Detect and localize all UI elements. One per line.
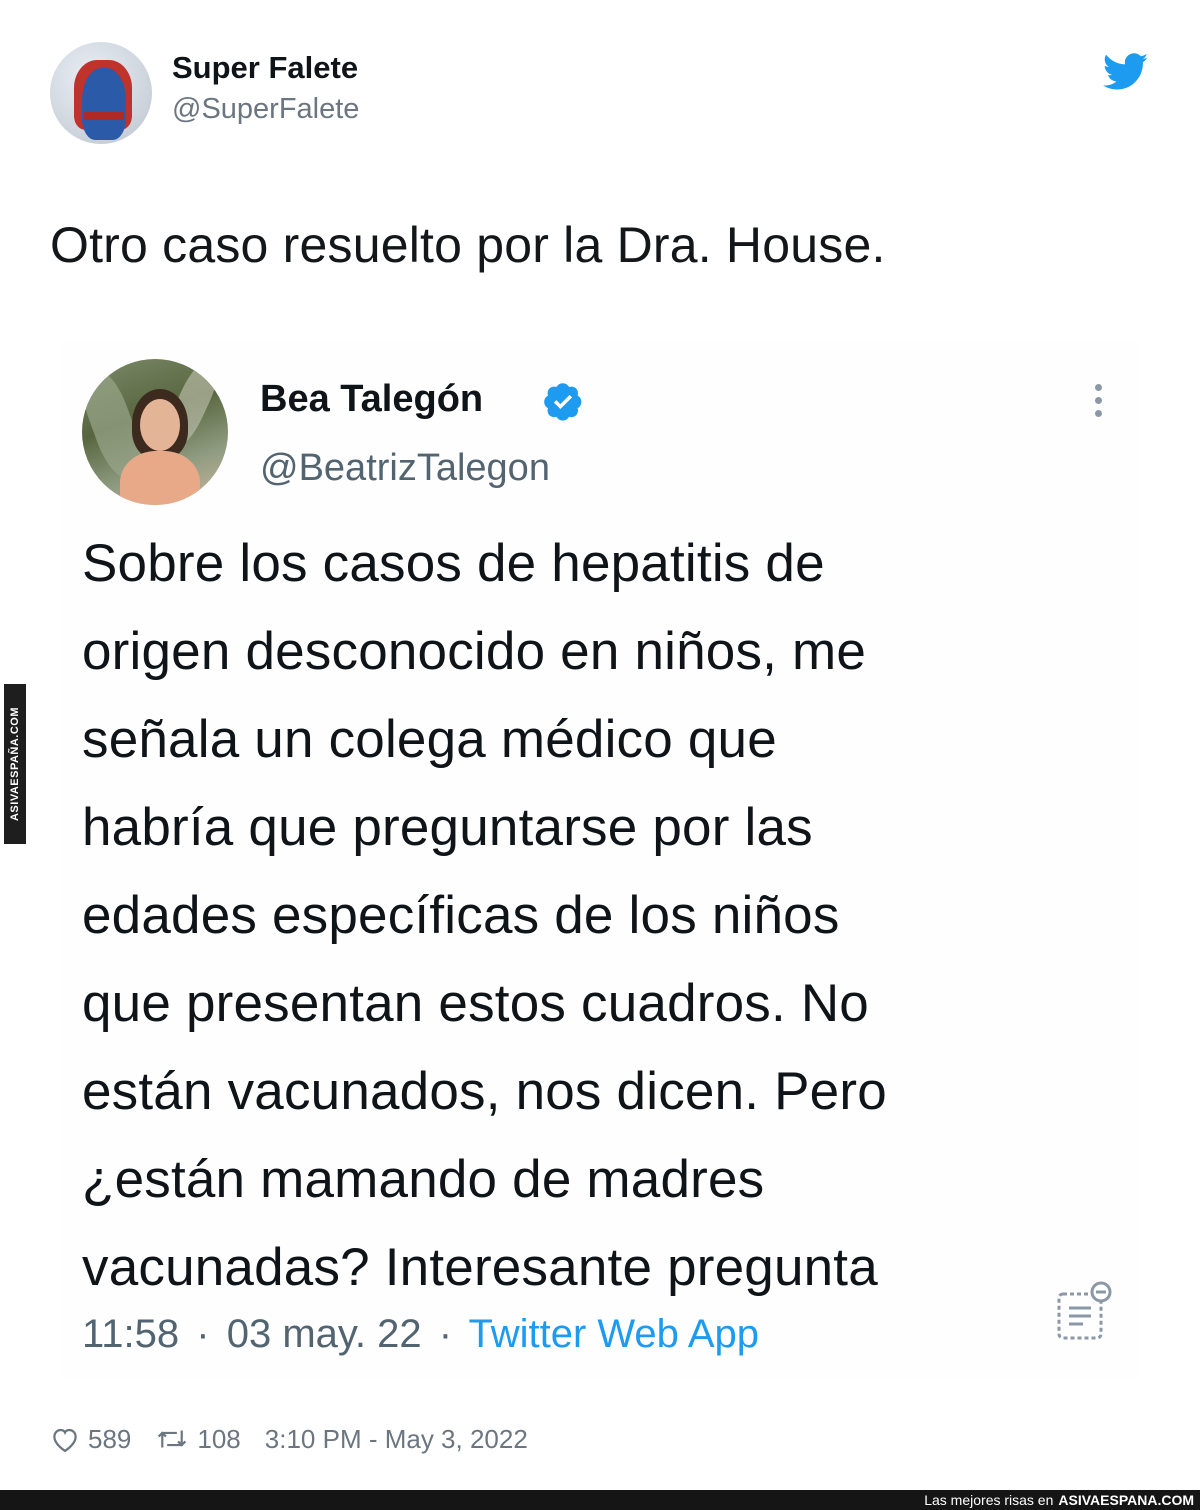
quoted-text-line: están vacunados, nos dicen. Pero [82,1062,887,1121]
tweet-source-link[interactable]: Twitter Web App [468,1312,759,1356]
side-watermark: ASIVAESPAÑA.COM [4,684,26,844]
avatar-face [140,399,180,451]
quoted-text-line: señala un colega médico que [82,710,777,769]
timestamp-text: 3:10 PM - May 3, 2022 [264,1423,528,1454]
tweet-stats: 589 108 3:10 PM - May 3, 2022 [50,1423,552,1455]
quoted-text-line: origen desconocido en niños, me [82,622,867,681]
quoted-tweet-meta: 11:58 · 03 may. 22 · Twitter Web App [82,1312,759,1357]
quoted-author-name[interactable]: Bea Talegón [260,378,483,421]
outer-tweet-text: Otro caso resuelto por la Dra. House. [50,217,886,273]
bottom-watermark-bar: Las mejores risas en ASIVAESPANA.COM [0,1490,1200,1510]
twitter-bird-icon [1103,53,1149,90]
super-falete-avatar[interactable] [50,42,152,144]
quoted-text-line: ¿están mamando de madres [82,1150,765,1209]
side-watermark-text: ASIVAESPAÑA.COM [9,706,22,822]
quoted-text-line: que presentan estos cuadros. No [82,974,869,1033]
tweet-date[interactable]: 03 may. 22 [227,1312,422,1356]
outer-author-name[interactable]: Super Falete [172,50,358,86]
verified-badge-icon [544,383,582,421]
retweet-count: 108 [197,1423,241,1454]
bottom-watermark-text: Las mejores risas en [924,1492,1054,1508]
outer-author-handle[interactable]: @SuperFalete [172,93,359,126]
quoted-text-line: edades específicas de los niños [82,886,840,945]
quoted-author-handle[interactable]: @BeatrizTalegon [260,447,550,490]
avatar-belt [84,112,124,120]
bea-talegon-avatar[interactable] [82,359,228,505]
quoted-tweet-card[interactable]: Bea Talegón @BeatrizTalegon Sobre los ca… [60,340,1140,1380]
bottom-watermark-site[interactable]: ASIVAESPANA.COM [1058,1492,1194,1508]
avatar-body [120,451,200,505]
tweet-time[interactable]: 11:58 [82,1312,179,1356]
more-options-icon[interactable] [1090,384,1106,424]
like-stat[interactable]: 589 [50,1424,131,1455]
heart-icon[interactable] [50,1425,80,1453]
tweet-timestamp[interactable]: 3:10 PM - May 3, 2022 [265,1424,528,1455]
retweet-stat[interactable]: 108 [155,1423,241,1455]
quoted-tweet-text: Sobre los casos de hepatitis de origen d… [82,520,1122,1312]
like-count: 589 [88,1423,132,1454]
quoted-text-line: habría que preguntarse por las [82,798,813,857]
meta-separator: · [196,1312,210,1356]
quoted-text-line: Sobre los casos de hepatitis de [82,534,825,593]
quoted-text-line: vacunadas? Interesante pregunta [82,1238,878,1297]
retweet-icon[interactable] [155,1425,189,1453]
meta-separator: · [438,1312,453,1356]
analytics-icon[interactable] [1055,1280,1113,1342]
avatar-suit [82,68,126,140]
